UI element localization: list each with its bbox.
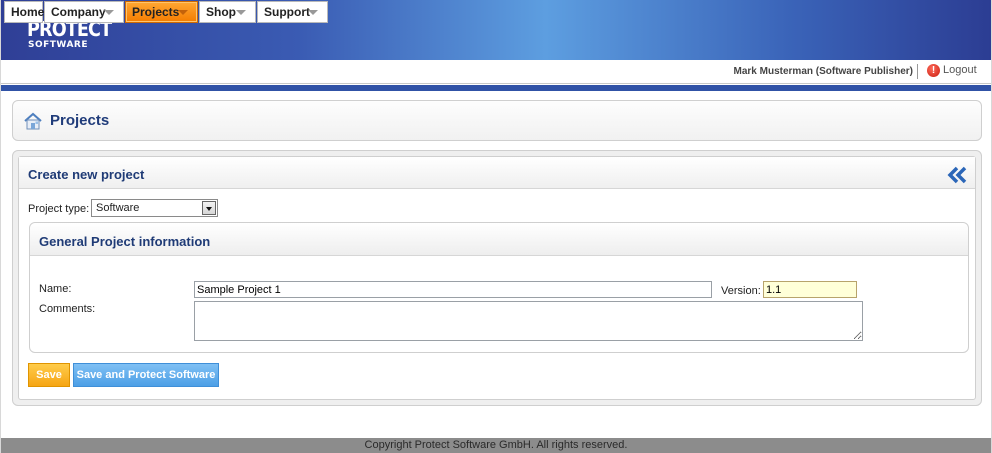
nav-company-label: Company (51, 5, 106, 19)
nav-divider (917, 64, 918, 79)
footer: Copyright Protect Software GmbH. All rig… (1, 438, 991, 453)
nav-support-label: Support (264, 5, 310, 19)
chevron-down-icon (104, 10, 114, 15)
chevron-down-icon (178, 10, 188, 15)
page-title: Projects (50, 112, 110, 129)
save-button[interactable]: Save (28, 363, 70, 387)
general-info-title: General Project information (39, 234, 211, 249)
nav-projects[interactable]: Projects (125, 1, 198, 23)
comments-label: Comments: (39, 303, 96, 315)
general-info-header: General Project information (30, 223, 968, 256)
chevron-down-icon (308, 10, 318, 15)
page-title-panel: Projects (12, 100, 982, 141)
logout-alert-icon: ! (927, 64, 940, 77)
nav-home[interactable]: Home (4, 1, 45, 23)
chevron-down-icon (236, 10, 246, 15)
nav-shop-label: Shop (206, 5, 236, 19)
home-icon (24, 112, 42, 130)
dropdown-arrow-icon[interactable] (202, 201, 216, 215)
create-project-header: Create new project (19, 157, 975, 189)
comments-textarea[interactable] (194, 301, 863, 341)
app-window: PROTECT SOFTWARE Home Company Projects S… (0, 0, 992, 453)
name-label: Name: (39, 283, 72, 295)
content-panel: Create new project Project type: Softwar… (12, 150, 982, 406)
project-type-value: Software (96, 202, 140, 214)
version-label: Version: (721, 285, 761, 297)
logout-label: Logout (943, 64, 977, 76)
nav-support[interactable]: Support (257, 1, 328, 23)
nav-home-label: Home (11, 5, 45, 19)
save-and-protect-button[interactable]: Save and Protect Software (73, 363, 219, 387)
create-project-panel: Create new project Project type: Softwar… (18, 156, 976, 400)
name-input[interactable] (194, 281, 712, 298)
project-type-label: Project type: (28, 203, 90, 215)
copyright-text: Copyright Protect Software GmbH. All rig… (364, 439, 628, 451)
create-project-title: Create new project (28, 167, 145, 182)
project-type-select[interactable]: Software (91, 199, 218, 217)
double-chevron-left-icon[interactable] (946, 166, 968, 184)
general-info-group: General Project information Name: Versio… (29, 222, 969, 353)
version-input[interactable] (763, 281, 857, 298)
nav-underline-bar (1, 85, 991, 91)
nav-projects-label: Projects (132, 5, 180, 19)
current-user: Mark Musterman (Software Publisher) (733, 66, 913, 77)
nav-company[interactable]: Company (44, 1, 124, 23)
logo-word-software: SOFTWARE (28, 40, 88, 50)
nav-shop[interactable]: Shop (199, 1, 256, 23)
